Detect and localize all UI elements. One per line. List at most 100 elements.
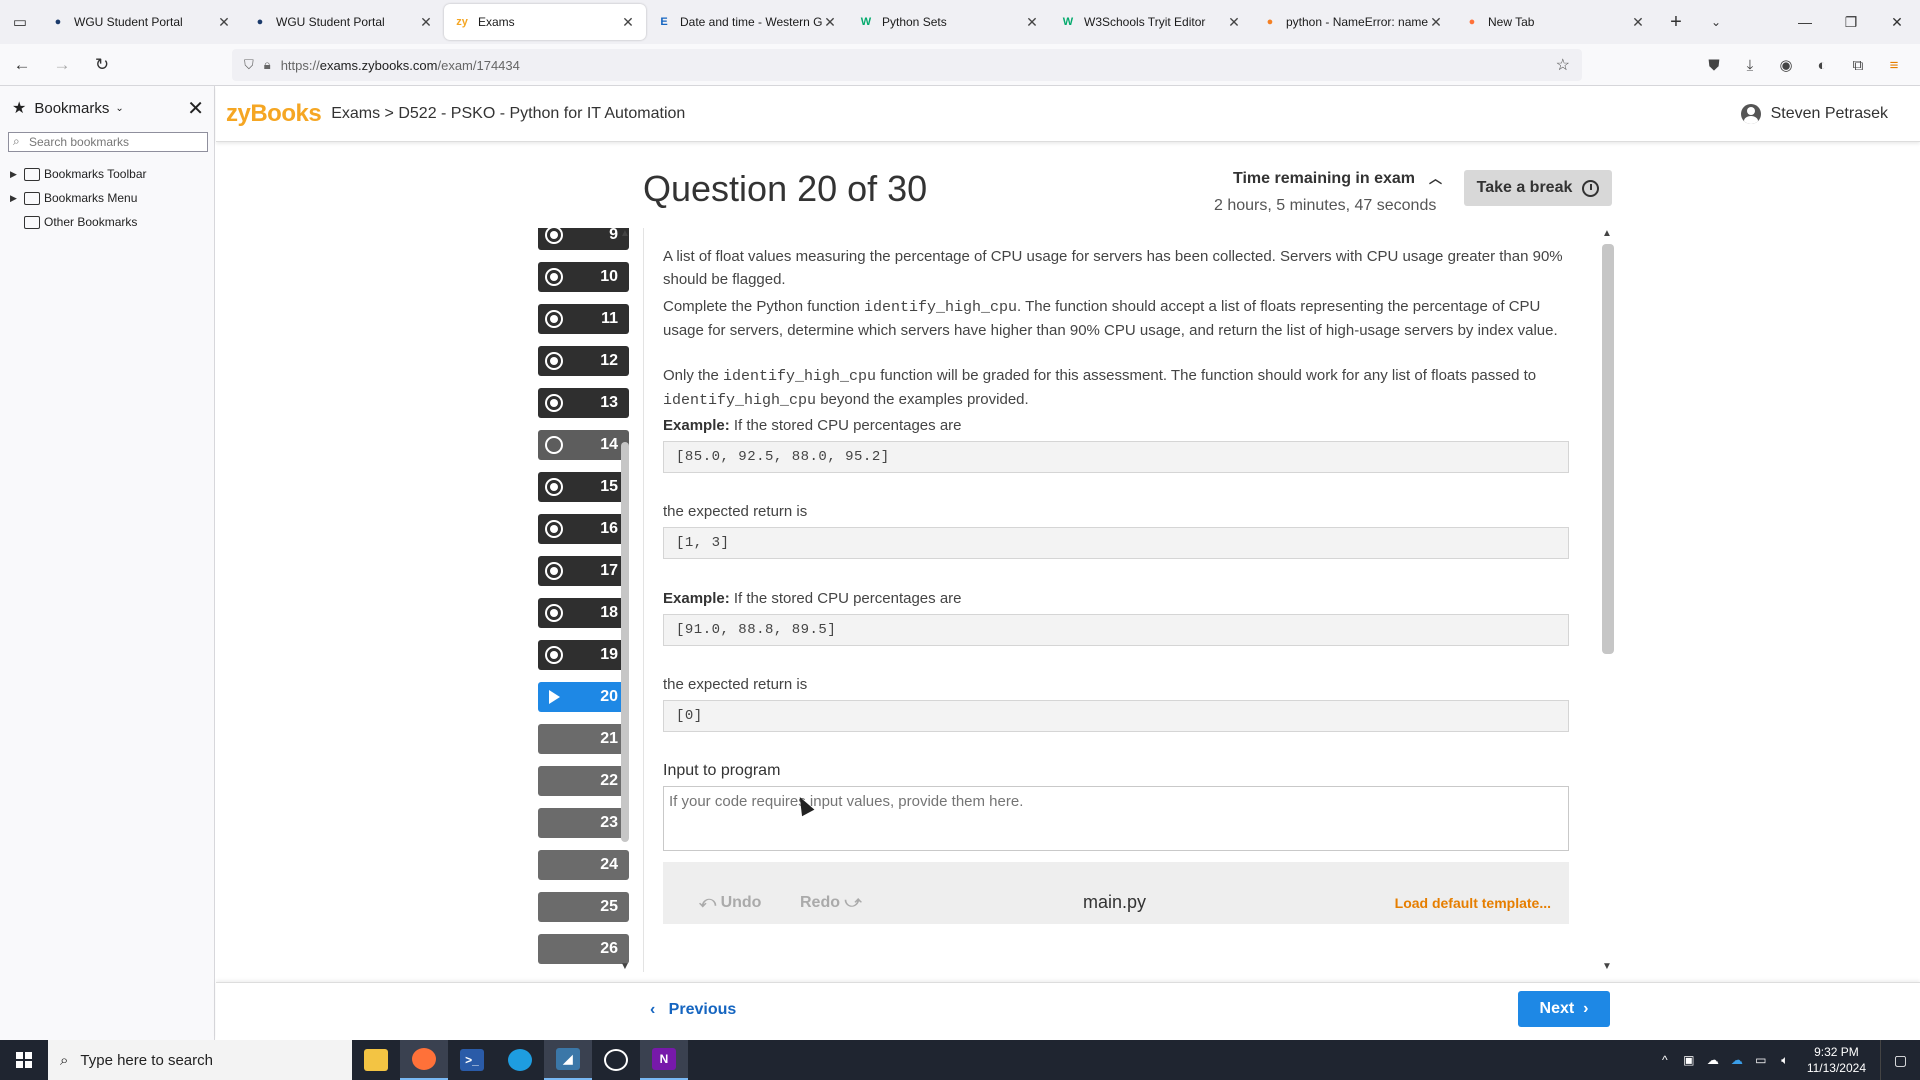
lock-icon[interactable]: 🔒︎ <box>264 57 271 73</box>
load-default-template-link[interactable]: Load default template... <box>1395 895 1551 911</box>
close-icon[interactable]: ✕ <box>187 96 204 121</box>
notification-icon[interactable]: ▢ <box>1880 1040 1920 1080</box>
file-explorer-app[interactable] <box>352 1040 400 1080</box>
tab-close-icon[interactable]: ✕ <box>1428 14 1444 31</box>
tab-close-icon[interactable]: ✕ <box>822 14 838 31</box>
cloud-warning-icon[interactable]: ☁ <box>1701 1053 1725 1067</box>
address-bar[interactable]: ⛉ 🔒︎ https://exams.zybooks.com/exam/1744… <box>232 49 1582 81</box>
question-nav-button[interactable]: 12 <box>538 346 629 376</box>
take-break-button[interactable]: Take a break <box>1464 170 1612 206</box>
browser-tab[interactable]: ● New Tab ✕ <box>1454 4 1656 40</box>
reload-icon[interactable]: ↻ <box>84 49 120 81</box>
question-nav-button[interactable]: 17 <box>538 556 629 586</box>
scroll-down-icon[interactable]: ▼ <box>1602 961 1612 972</box>
question-nav-button[interactable]: 10 <box>538 262 629 292</box>
scroll-thumb[interactable] <box>621 442 629 842</box>
question-number: 13 <box>600 394 618 411</box>
network-icon[interactable]: ▭ <box>1749 1053 1773 1067</box>
breadcrumb[interactable]: Exams > D522 - PSKO - Python for IT Auto… <box>331 105 685 123</box>
timer-toggle[interactable]: Time remaining in exam ︿ <box>1233 168 1442 188</box>
extension-icon[interactable]: ◐ <box>1804 49 1840 81</box>
question-nav-button[interactable]: 14 <box>538 430 629 460</box>
close-window-icon[interactable]: ✕ <box>1874 0 1920 44</box>
scroll-down-icon[interactable]: ▼ <box>620 961 630 972</box>
powershell-app[interactable]: >_ <box>448 1040 496 1080</box>
browser-tab[interactable]: ● python - NameError: name ✕ <box>1252 4 1454 40</box>
zybooks-logo[interactable]: zyBooks <box>226 100 322 128</box>
question-nav-button[interactable]: 21 <box>538 724 629 754</box>
chevron-left-icon: ‹ <box>650 1001 669 1018</box>
firefox-app[interactable] <box>400 1040 448 1080</box>
tab-close-icon[interactable]: ✕ <box>1226 14 1242 31</box>
back-icon[interactable]: ← <box>4 49 40 81</box>
previous-button[interactable]: ‹ Previous <box>650 1001 736 1019</box>
undo-button[interactable]: ⤺ Undo <box>699 894 761 912</box>
question-nav-button[interactable]: 18 <box>538 598 629 628</box>
scroll-up-icon[interactable]: ▲ <box>620 228 630 239</box>
pocket-icon[interactable]: ⛊ <box>1696 49 1732 81</box>
question-nav-button[interactable]: 15 <box>538 472 629 502</box>
account-icon[interactable]: ◉ <box>1768 49 1804 81</box>
chatgpt-app[interactable] <box>592 1040 640 1080</box>
tab-close-icon[interactable]: ✕ <box>1024 14 1040 31</box>
tab-list-icon[interactable]: ▭ <box>0 0 40 44</box>
chevron-up-icon[interactable]: ^ <box>1653 1053 1677 1067</box>
content-scrollbar[interactable]: ▲ ▼ <box>1598 228 1616 972</box>
question-nav-button[interactable]: 20 <box>538 682 629 712</box>
undo-label: Undo <box>720 894 762 911</box>
clock[interactable]: 9:32 PM 11/13/2024 <box>1807 1044 1866 1076</box>
start-button[interactable] <box>0 1040 48 1080</box>
bookmark-folder[interactable]: ▶ Bookmarks Menu <box>0 186 214 210</box>
edge-app[interactable] <box>496 1040 544 1080</box>
question-nav-button[interactable]: 22 <box>538 766 629 796</box>
sidebar-header[interactable]: ★ Bookmarks ⌄ <box>0 86 214 130</box>
question-nav-button[interactable]: 16 <box>538 514 629 544</box>
redo-button[interactable]: Redo ⤻ <box>800 894 862 912</box>
browser-tab[interactable]: E Date and time - Western Go ✕ <box>646 4 848 40</box>
tab-close-icon[interactable]: ✕ <box>620 14 636 31</box>
list-all-tabs-icon[interactable]: ⌄ <box>1696 0 1736 44</box>
volume-icon[interactable]: 🔈︎ <box>1773 1053 1797 1068</box>
bookmark-search-input[interactable]: ⌕ Search bookmarks <box>8 132 208 152</box>
question-nav-button[interactable]: 25 <box>538 892 629 922</box>
browser-tab[interactable]: zy Exams ✕ <box>444 4 646 40</box>
question-number: 21 <box>600 730 618 747</box>
question-nav-button[interactable]: 26 <box>538 934 629 964</box>
question-nav-button[interactable]: 24 <box>538 850 629 880</box>
url-path: /exam/174434 <box>437 57 520 73</box>
tab-close-icon[interactable]: ✕ <box>1630 14 1646 31</box>
python-idle-app[interactable]: ◢ <box>544 1040 592 1080</box>
bookmark-folder[interactable]: Other Bookmarks <box>0 210 214 234</box>
onedrive-icon[interactable]: ☁ <box>1725 1053 1749 1067</box>
forward-icon[interactable]: → <box>44 49 80 81</box>
tab-close-icon[interactable]: ✕ <box>216 14 232 31</box>
extensions-icon[interactable]: ⧉ <box>1840 49 1876 81</box>
next-button[interactable]: Next › <box>1518 991 1610 1027</box>
menu-icon[interactable]: ≡ <box>1876 49 1912 81</box>
browser-tab[interactable]: ● WGU Student Portal ✕ <box>40 4 242 40</box>
question-nav-button[interactable]: 19 <box>538 640 629 670</box>
browser-tab[interactable]: ● WGU Student Portal ✕ <box>242 4 444 40</box>
onenote-app[interactable]: N <box>640 1040 688 1080</box>
question-navigator-scrollbar[interactable]: ▲ ▼ <box>618 228 632 972</box>
scroll-thumb[interactable] <box>1602 244 1614 654</box>
browser-tab[interactable]: W W3Schools Tryit Editor ✕ <box>1050 4 1252 40</box>
new-tab-icon[interactable]: + <box>1656 0 1696 44</box>
taskbar-search-box[interactable]: ⌕ Type here to search <box>48 1040 352 1080</box>
user-menu[interactable]: Steven Petrasek <box>1740 104 1888 124</box>
browser-tab[interactable]: W Python Sets ✕ <box>848 4 1050 40</box>
question-nav-button[interactable]: 9 <box>538 228 629 250</box>
scroll-up-icon[interactable]: ▲ <box>1602 228 1612 239</box>
restore-icon[interactable]: ❐ <box>1828 0 1874 44</box>
downloads-icon[interactable]: ⤓ <box>1732 49 1768 81</box>
minimize-icon[interactable]: — <box>1782 0 1828 44</box>
shield-icon[interactable]: ⛉ <box>244 57 254 73</box>
bookmark-folder[interactable]: ▶ Bookmarks Toolbar <box>0 162 214 186</box>
program-input-field[interactable] <box>663 786 1569 851</box>
question-nav-button[interactable]: 13 <box>538 388 629 418</box>
bookmark-star-icon[interactable]: ☆ <box>1556 55 1570 75</box>
meet-now-icon[interactable]: ▣ <box>1677 1053 1701 1067</box>
tab-close-icon[interactable]: ✕ <box>418 14 434 31</box>
question-nav-button[interactable]: 23 <box>538 808 629 838</box>
question-nav-button[interactable]: 11 <box>538 304 629 334</box>
